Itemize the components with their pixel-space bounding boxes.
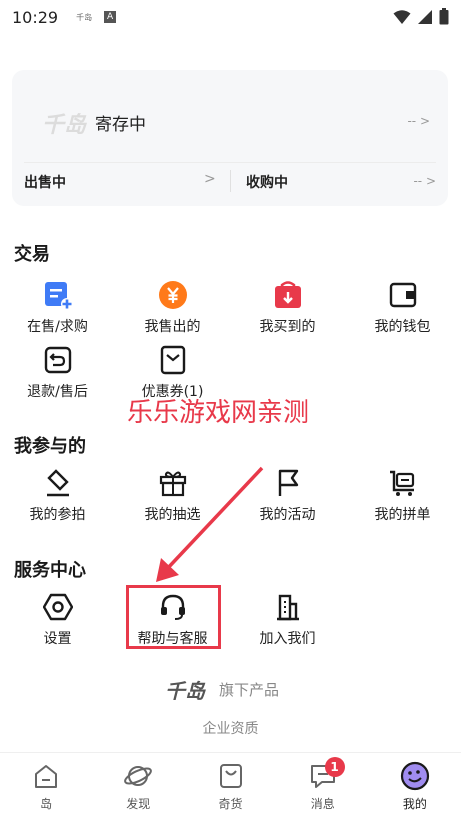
wifi-icon [393, 9, 411, 24]
yuan-coin-icon [158, 280, 188, 310]
gear-icon [42, 592, 73, 622]
bought-label: 我买到的 [259, 319, 316, 335]
auction-label: 我的参拍 [29, 507, 86, 523]
brand-products-label: 旗下产品 [219, 681, 280, 699]
sold-label: 我售出的 [144, 319, 201, 335]
auction-item[interactable]: 我的参拍 [0, 468, 115, 524]
on-sale-wanted-item[interactable]: 在售/求购 [0, 280, 115, 336]
status-a-icon: A [104, 11, 117, 23]
highlight-box [126, 585, 221, 649]
refund-icon [43, 345, 73, 375]
planet-icon [123, 761, 153, 791]
island-home-icon [31, 761, 61, 791]
deposit-card: 千岛 寄存中 -- > 出售中 > 收购中 -- > [12, 70, 448, 206]
tab-island-label: 岛 [40, 797, 53, 811]
section-participate-title: 我参与的 [14, 436, 86, 457]
tab-messages[interactable]: 1 消息 [277, 753, 369, 819]
bought-item[interactable]: 我买到的 [230, 280, 345, 336]
settings-item[interactable]: 设置 [0, 592, 115, 648]
selling-link[interactable]: 出售中 [24, 172, 66, 192]
smiley-avatar-icon [400, 761, 430, 791]
watermark-text: 乐乐游戏网亲测 [127, 398, 310, 428]
brand-row[interactable]: 千岛 旗下产品 [165, 675, 279, 704]
card-divider-vertical [230, 170, 231, 192]
card-logo: 千岛 [41, 113, 86, 138]
shopping-bag-outline-icon [216, 761, 246, 791]
signal-icon [418, 9, 432, 24]
deposit-more[interactable]: -- > [407, 114, 430, 128]
flag-icon [273, 468, 303, 498]
deposit-title[interactable]: 寄存中 [95, 110, 146, 135]
status-bar: 10:29 千岛 A [0, 0, 461, 34]
wallet-item[interactable]: 我的钱包 [345, 280, 460, 336]
chevron-right-icon[interactable]: > [204, 171, 216, 187]
document-plus-icon [43, 280, 73, 310]
card-divider [24, 162, 436, 163]
group-buy-label: 我的拼单 [374, 507, 431, 523]
settings-label: 设置 [43, 631, 72, 647]
gavel-icon [43, 468, 73, 498]
tab-messages-label: 消息 [310, 797, 335, 811]
tab-discover[interactable]: 发现 [92, 753, 184, 819]
battery-icon [439, 8, 449, 25]
section-service-title: 服务中心 [14, 560, 86, 581]
coupon-icon [158, 345, 188, 375]
status-app-icon: 千岛 [76, 12, 93, 22]
shopping-bag-icon [273, 280, 303, 310]
tab-goods-label: 奇货 [218, 797, 243, 811]
group-buy-item[interactable]: 我的拼单 [345, 468, 460, 524]
qualification-link[interactable]: 企业资质 [0, 718, 461, 738]
tab-island[interactable]: 岛 [0, 753, 92, 819]
status-time: 10:29 [12, 7, 59, 27]
join-us-item[interactable]: 加入我们 [230, 592, 345, 648]
cart-icon [388, 468, 418, 498]
tab-mine[interactable]: 我的 [369, 753, 461, 819]
tab-goods[interactable]: 奇货 [184, 753, 276, 819]
join-us-label: 加入我们 [259, 631, 316, 647]
buying-link[interactable]: 收购中 [246, 172, 288, 192]
tab-discover-label: 发现 [126, 797, 151, 811]
refund-label: 退款/售后 [27, 384, 88, 400]
buying-more[interactable]: -- > [413, 174, 436, 188]
tab-mine-label: 我的 [402, 797, 427, 811]
bottom-tab-bar: 岛 发现 奇货 1 消息 我的 [0, 752, 461, 819]
refund-item[interactable]: 退款/售后 [0, 345, 115, 401]
on-sale-wanted-label: 在售/求购 [27, 319, 88, 335]
status-right [393, 8, 449, 25]
wallet-icon [388, 280, 418, 310]
brand-logo: 千岛 [165, 679, 205, 703]
sold-item[interactable]: 我售出的 [115, 280, 230, 336]
section-trade-title: 交易 [14, 244, 50, 265]
message-badge: 1 [324, 757, 345, 777]
building-icon [273, 592, 303, 622]
annotation-arrow [156, 466, 264, 582]
wallet-label: 我的钱包 [374, 319, 431, 335]
